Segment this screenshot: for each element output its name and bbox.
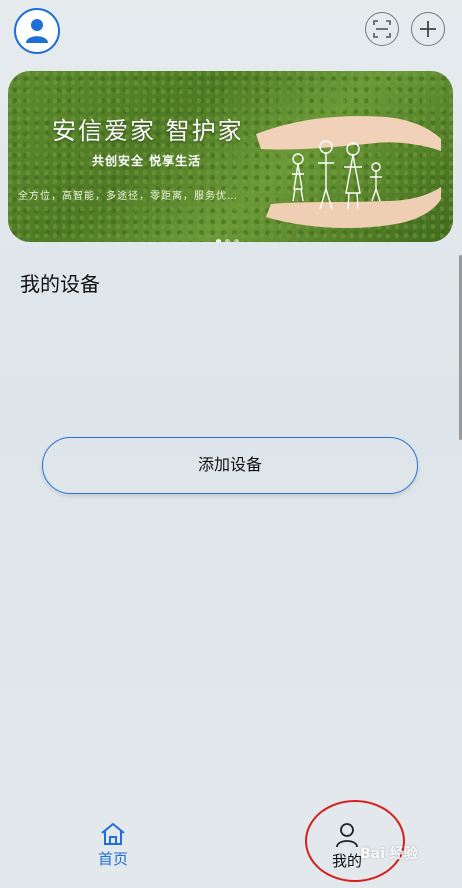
tab-home-label: 首页 (97, 850, 128, 868)
add-device-button[interactable]: 添加设备 (42, 437, 418, 494)
promo-banner[interactable]: 安信爱家 智护家 共创安全 悦享生活 全方位，高智能，多途径，零距离，服务优… (8, 71, 453, 242)
scan-button[interactable] (365, 12, 399, 46)
hands-family-illustration (256, 116, 441, 229)
annotation-circle (305, 800, 405, 882)
watermark: Bai 经验 (360, 846, 418, 862)
banner-page-indicator (216, 229, 243, 242)
tab-home[interactable]: 首页 (78, 822, 148, 869)
home-icon (101, 822, 125, 845)
banner-subtitle: 共创安全 悦享生活 (92, 154, 202, 168)
page-dot (234, 239, 239, 242)
page-dot (225, 239, 230, 242)
plus-icon (420, 21, 436, 37)
banner-title: 安信爱家 智护家 (52, 117, 244, 145)
user-avatar[interactable] (14, 8, 60, 54)
page-dot (216, 239, 221, 242)
banner-tagline: 全方位，高智能，多途径，零距离，服务优… (18, 191, 238, 202)
my-devices-title: 我的设备 (20, 272, 100, 296)
add-button[interactable] (411, 12, 445, 46)
scan-icon (373, 20, 391, 38)
user-avatar-icon (26, 19, 48, 43)
